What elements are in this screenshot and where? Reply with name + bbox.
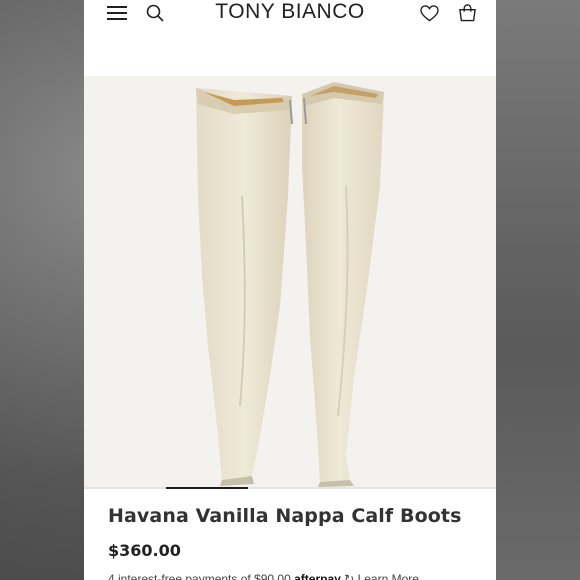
site-header: TONY BIANCO (84, 0, 496, 26)
product-price: $360.00 (108, 541, 181, 560)
afterpay-info: 4 interest-free payments of $90.00 after… (108, 572, 419, 580)
product-image[interactable] (84, 76, 496, 487)
mobile-page: TONY BIANCO Havana Vanilla Nappa Calf Bo… (84, 0, 496, 580)
afterpay-text: 4 interest-free payments of $90.00 (108, 572, 291, 580)
learn-more-link[interactable]: Learn More (358, 572, 419, 580)
blurred-backdrop-right (496, 0, 580, 580)
right-boot (302, 82, 384, 487)
afterpay-arrow-icon: ↻ (344, 572, 355, 580)
afterpay-logo: afterpay (294, 572, 341, 580)
left-boot (196, 88, 293, 486)
product-title: Havana Vanilla Nappa Calf Boots (108, 505, 462, 527)
shopping-bag-icon[interactable] (456, 2, 478, 24)
image-carousel-indicator (84, 487, 496, 489)
carousel-active-thumb (166, 487, 248, 489)
header-spacer (84, 26, 496, 76)
heart-icon[interactable] (418, 2, 440, 24)
boots-illustration (196, 82, 384, 487)
